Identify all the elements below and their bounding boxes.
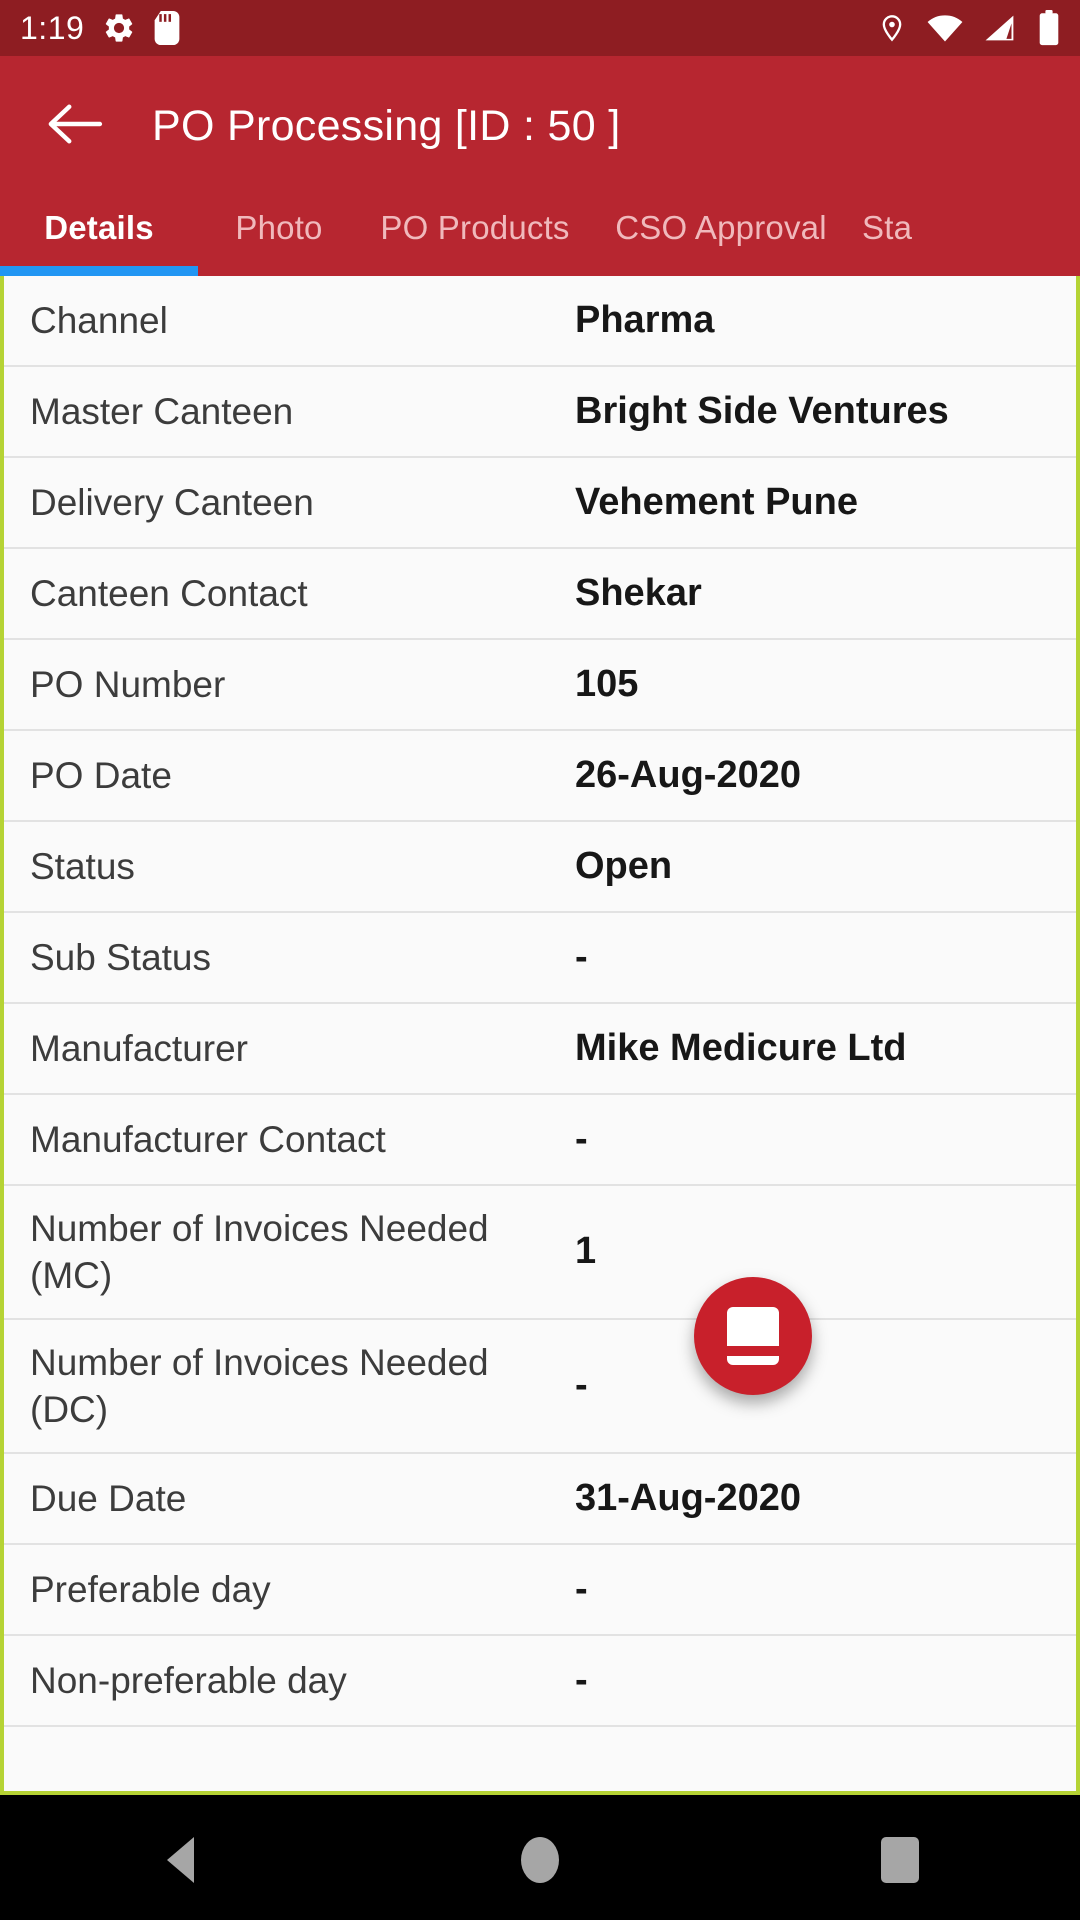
note-card-icon <box>727 1307 779 1365</box>
status-bar-right <box>878 10 1060 46</box>
row-label: PO Date <box>30 754 172 796</box>
row-value: 26-Aug-2020 <box>575 753 801 796</box>
back-button[interactable] <box>42 93 108 159</box>
table-row: Status Open <box>4 822 1076 913</box>
tab-strip[interactable]: Details Photo PO Products CSO Approval S… <box>0 196 1080 276</box>
row-value: 1 <box>575 1230 597 1273</box>
gear-icon <box>102 11 136 45</box>
details-list[interactable]: Channel Pharma Master Canteen Bright Sid… <box>0 276 1080 1795</box>
location-pin-icon <box>878 10 906 46</box>
battery-icon <box>1038 10 1060 46</box>
page-title: PO Processing [ID : 50 ] <box>152 101 621 150</box>
nav-recents-button[interactable] <box>840 1799 960 1920</box>
phone-screen: 1:19 PO Processing [ID: 50] Details Ph… <box>0 0 1080 1920</box>
app-bar-top-row: PO Processing [ID : 50 ] <box>0 56 1080 196</box>
tab-po-products[interactable]: PO Products <box>360 196 590 260</box>
row-label: Manufacturer <box>30 1027 248 1069</box>
row-value: - <box>575 1658 588 1701</box>
cellular-signal-icon <box>984 13 1018 43</box>
table-row: Non-preferable day - <box>4 1636 1076 1727</box>
row-value: Mike Medicure Ltd <box>575 1026 907 1069</box>
circle-home-icon <box>521 1836 559 1883</box>
row-value: 31-Aug-2020 <box>575 1476 801 1519</box>
row-label: Sub Status <box>30 936 212 978</box>
row-label: Master Canteen <box>30 390 294 432</box>
row-value: Shekar <box>575 571 702 614</box>
sd-card-icon <box>154 11 180 45</box>
tab-details[interactable]: Details <box>0 196 198 260</box>
row-label: Preferable day <box>30 1568 271 1610</box>
row-label: Due Date <box>30 1477 187 1519</box>
row-value: - <box>575 1364 588 1407</box>
table-row: Number of Invoices Needed (MC) 1 <box>4 1186 1076 1320</box>
status-bar: 1:19 <box>0 0 1080 56</box>
table-row: Canteen Contact Shekar <box>4 549 1076 640</box>
table-row: Due Date 31-Aug-2020 <box>4 1454 1076 1545</box>
row-label: Non-preferable day <box>30 1659 347 1701</box>
app-bar: PO Processing [ID : 50 ] Details Photo P… <box>0 56 1080 276</box>
row-label: Canteen Contact <box>30 572 308 614</box>
wifi-icon <box>926 13 964 43</box>
table-row: PO Number 105 <box>4 640 1076 731</box>
row-label: PO Number <box>30 663 226 705</box>
table-row: Delivery Canteen Vehement Pune <box>4 458 1076 549</box>
table-row: Channel Pharma <box>4 276 1076 367</box>
tab-cso-approval[interactable]: CSO Approval <box>590 196 852 260</box>
row-label: Number of Invoices Needed (DC) <box>30 1341 489 1430</box>
table-row: Manufacturer Contact - <box>4 1095 1076 1186</box>
row-label: Status <box>30 845 135 887</box>
table-row: PO Date 26-Aug-2020 <box>4 731 1076 822</box>
row-value: Open <box>575 844 673 887</box>
row-value: Pharma <box>575 298 715 341</box>
tab-status[interactable]: Sta <box>852 196 1052 260</box>
nav-home-button[interactable] <box>480 1799 600 1920</box>
status-time: 1:19 <box>20 9 85 46</box>
tab-active-indicator <box>0 266 198 276</box>
row-label: Manufacturer Contact <box>30 1118 386 1160</box>
row-value: 105 <box>575 662 639 705</box>
table-row: Manufacturer Mike Medicure Ltd <box>4 1004 1076 1095</box>
row-label: Number of Invoices Needed (MC) <box>30 1207 489 1296</box>
row-label: Delivery Canteen <box>30 481 314 523</box>
table-row: Number of Invoices Needed (DC) - <box>4 1320 1076 1454</box>
system-navigation-bar <box>0 1799 1080 1920</box>
row-value: - <box>575 1117 588 1160</box>
triangle-back-icon <box>166 1836 194 1883</box>
row-value: - <box>575 1567 588 1610</box>
table-row: Sub Status - <box>4 913 1076 1004</box>
status-bar-left: 1:19 <box>20 10 180 47</box>
back-arrow-icon <box>44 101 106 152</box>
nav-back-button[interactable] <box>120 1799 240 1920</box>
tab-photo[interactable]: Photo <box>198 196 360 260</box>
row-label: Channel <box>30 299 168 341</box>
table-row: Master Canteen Bright Side Ventures <box>4 367 1076 458</box>
floating-action-button[interactable] <box>694 1277 812 1395</box>
row-value: - <box>575 935 588 978</box>
row-value: Bright Side Ventures <box>575 389 949 432</box>
row-value: Vehement Pune <box>575 480 858 523</box>
table-row: Preferable day - <box>4 1545 1076 1636</box>
square-recents-icon <box>881 1836 919 1883</box>
